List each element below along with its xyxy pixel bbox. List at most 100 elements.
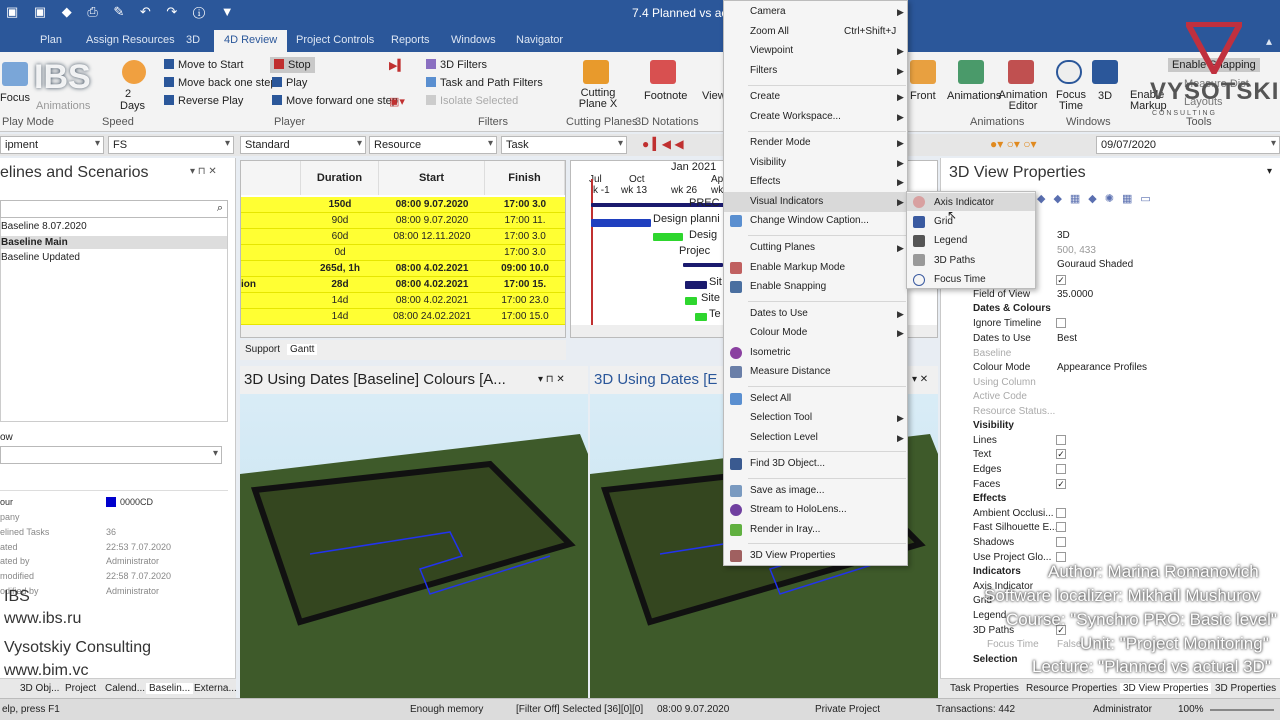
faces-checkbox[interactable]: ✓ (1056, 479, 1066, 489)
tab-support[interactable]: Support (245, 344, 280, 355)
list-item[interactable]: Baseline 8.07.2020 (1, 221, 87, 232)
jump-end-icon[interactable]: ▶▍ (389, 59, 406, 72)
submenu-3d-paths[interactable]: 3D Paths (934, 255, 975, 266)
menu-item-visual-indicators[interactable]: Visual Indicators (750, 196, 823, 207)
menu-item-filters[interactable]: Filters (750, 65, 777, 76)
menu-item-3d-view-properties[interactable]: 3D View Properties (750, 550, 835, 561)
stop-button[interactable]: Stop (270, 57, 315, 73)
baseline-search-input[interactable]: ⌕ (0, 200, 228, 218)
panel-menu-icon[interactable]: ▾ (1267, 166, 1272, 177)
section-visibility[interactable]: Visibility (973, 420, 1014, 431)
tab-windows[interactable]: Windows (451, 34, 496, 46)
zoom-slider[interactable] (1210, 709, 1274, 711)
lines-checkbox[interactable] (1056, 435, 1066, 445)
table-row[interactable]: 150d 08:00 9.07.2020 17:00 3.0 (241, 197, 565, 213)
properties-toolbar[interactable]: ◆◆▦◆✺▦▭ (1037, 192, 1159, 205)
tab-project-controls[interactable]: Project Controls (296, 34, 374, 46)
menu-item-render-in-iray[interactable]: Render in Iray... (750, 524, 820, 535)
grid-header-start[interactable]: Start (379, 161, 485, 195)
menu-item-enable-markup-mode[interactable]: Enable Markup Mode (750, 262, 845, 273)
tab-baselines[interactable]: Baselin... (146, 683, 194, 694)
task-combo[interactable]: Task (501, 136, 627, 154)
tab-4d-review[interactable]: 4D Review (214, 30, 288, 52)
tab-reports[interactable]: Reports (391, 34, 430, 46)
menu-item-measure-distance[interactable]: Measure Distance (750, 366, 831, 377)
menu-item-create[interactable]: Create (750, 91, 780, 102)
color-picker-icon[interactable]: ●▾ ○▾ ○▾ (990, 137, 1036, 151)
table-row[interactable]: 14d 08:00 24.02.2021 17:00 15.0 (241, 309, 565, 325)
viewport-controls[interactable]: ▾ ⊓ ✕ (538, 374, 565, 385)
table-row[interactable]: 265d, 1h 08:00 4.02.2021 09:00 10.0 (241, 261, 565, 277)
prop-value[interactable]: Best (1057, 333, 1077, 344)
gantt-summary-bar[interactable] (683, 263, 723, 267)
move-back-button[interactable]: Move back one step (164, 77, 276, 89)
gantt-task-bar[interactable] (695, 313, 707, 321)
submenu-legend[interactable]: Legend (934, 235, 967, 246)
menu-item-enable-snapping[interactable]: Enable Snapping (750, 281, 826, 292)
date-combo[interactable]: 09/07/2020 (1096, 136, 1280, 154)
collapse-ribbon-icon[interactable]: ▴ (1266, 34, 1272, 48)
playback-controls[interactable]: ● ▍◀ ◀ (642, 137, 684, 151)
3d-window-icon[interactable] (1092, 60, 1118, 84)
speed-dial-icon[interactable] (122, 60, 146, 84)
tab-assign-resources[interactable]: Assign Resources (86, 34, 175, 46)
front-view-icon[interactable] (910, 60, 936, 84)
tab-project[interactable]: Project (65, 683, 96, 694)
shadows-checkbox[interactable] (1056, 537, 1066, 547)
animations-button-label[interactable]: Animations (947, 90, 1001, 102)
move-to-start-button[interactable]: Move to Start (164, 59, 243, 71)
gantt-task-bar[interactable] (591, 219, 651, 227)
table-row[interactable]: ion 28d 08:00 4.02.2021 17:00 15. (241, 277, 565, 293)
table-row[interactable]: 0d 17:00 3.0 (241, 245, 565, 261)
tab-gantt[interactable]: Gantt (287, 344, 318, 355)
menu-item-create-workspace[interactable]: Create Workspace... (750, 111, 841, 122)
table-row[interactable]: 60d 08:00 12.11.2020 17:00 3.0 (241, 229, 565, 245)
grid-horizontal-scrollbar[interactable] (241, 325, 565, 337)
3d-filters-button[interactable]: 3D Filters (426, 59, 487, 71)
animation-editor-label[interactable]: Animation Editor (998, 90, 1048, 112)
ignore-timeline-checkbox[interactable] (1056, 318, 1066, 328)
gantt-task-bar[interactable] (685, 281, 707, 289)
focus-time-icon[interactable] (1056, 60, 1082, 84)
submenu-axis-indicator[interactable]: Axis Indicator (934, 197, 994, 208)
cutting-plane-label[interactable]: Cutting Plane X (578, 88, 618, 110)
move-forward-button[interactable]: Move forward one step (272, 95, 398, 107)
tab-3d-properties[interactable]: 3D Properties (1215, 683, 1276, 694)
section-dates-colours[interactable]: Dates & Colours (973, 303, 1051, 314)
footnote-label[interactable]: Footnote (644, 90, 687, 102)
grid-header-duration[interactable]: Duration (301, 161, 379, 195)
menu-item-render-mode[interactable]: Render Mode (750, 137, 811, 148)
days-label[interactable]: Days (120, 100, 145, 112)
animation-editor-icon[interactable] (1008, 60, 1034, 84)
tab-3d[interactable]: 3D (186, 34, 200, 46)
menu-item-effects[interactable]: Effects (750, 176, 780, 187)
text-checkbox[interactable]: ✓ (1056, 449, 1066, 459)
checkbox[interactable]: ✓ (1056, 275, 1066, 285)
menu-item-isometric[interactable]: Isometric (750, 347, 791, 358)
focus-icon[interactable] (2, 62, 28, 86)
menu-item-stream-to-hololens[interactable]: Stream to HoloLens... (750, 504, 847, 515)
task-path-filters-button[interactable]: Task and Path Filters (426, 77, 543, 89)
resource-type-combo[interactable]: ipment (0, 136, 104, 154)
tab-external[interactable]: Externa... (194, 683, 237, 694)
colour-swatch[interactable] (106, 497, 116, 507)
tab-plan[interactable]: Plan (40, 34, 62, 46)
menu-item-zoom-all[interactable]: Zoom All (750, 26, 789, 37)
table-row[interactable]: 14d 08:00 4.02.2021 17:00 23.0 (241, 293, 565, 309)
3d-label[interactable]: 3D (1098, 90, 1112, 102)
3d-scene[interactable] (240, 394, 588, 698)
viewport-controls[interactable]: ▾ ✕ (912, 374, 928, 385)
panel-controls[interactable]: ▾ ⊓ ✕ (190, 166, 217, 177)
show-combo[interactable] (0, 446, 222, 464)
list-item-selected[interactable]: Baseline Main (1, 236, 227, 249)
focus-time-label[interactable]: Focus Time (1056, 90, 1086, 112)
global-checkbox[interactable] (1056, 552, 1066, 562)
prop-value[interactable]: Appearance Profiles (1057, 362, 1147, 373)
footnote-icon[interactable] (650, 60, 676, 84)
reverse-play-button[interactable]: Reverse Play (164, 95, 243, 107)
menu-item-camera[interactable]: Camera (750, 6, 786, 17)
menu-item-cutting-planes[interactable]: Cutting Planes (750, 242, 815, 253)
submenu-focus-time[interactable]: Focus Time (934, 274, 986, 285)
cutting-plane-icon[interactable] (583, 60, 609, 84)
front-label[interactable]: Front (910, 90, 936, 102)
